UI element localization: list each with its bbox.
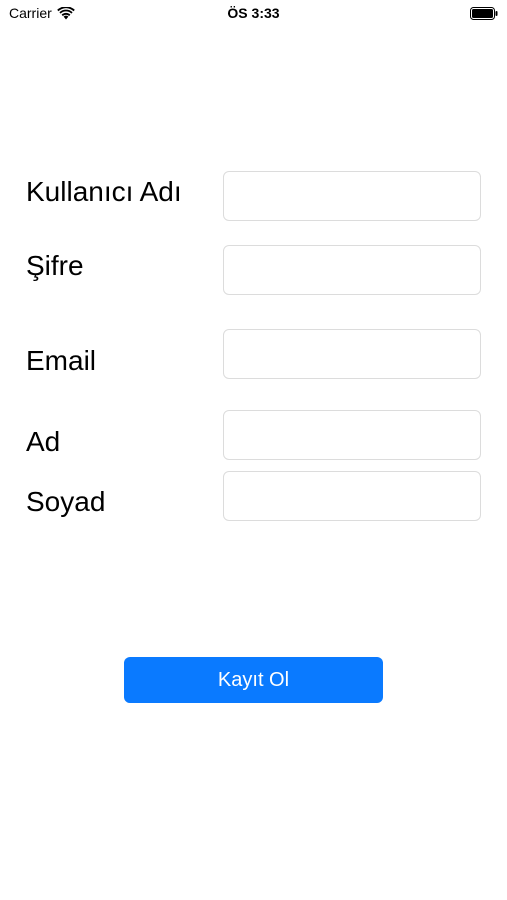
email-label: Email — [26, 345, 97, 376]
password-label: Şifre — [26, 250, 84, 281]
last-name-input[interactable] — [223, 471, 481, 521]
first-name-label: Ad — [26, 426, 61, 457]
last-name-label: Soyad — [26, 486, 106, 517]
register-button[interactable]: Kayıt Ol — [124, 657, 383, 703]
status-time: ÖS 3:33 — [227, 5, 280, 21]
battery-icon — [470, 7, 498, 20]
username-label: Kullanıcı Adı — [26, 176, 182, 207]
username-input[interactable] — [223, 171, 481, 221]
password-input[interactable] — [223, 245, 481, 295]
first-name-input[interactable] — [223, 410, 481, 460]
email-input[interactable] — [223, 329, 481, 379]
status-bar: Carrier ÖS 3:33 — [0, 0, 507, 28]
